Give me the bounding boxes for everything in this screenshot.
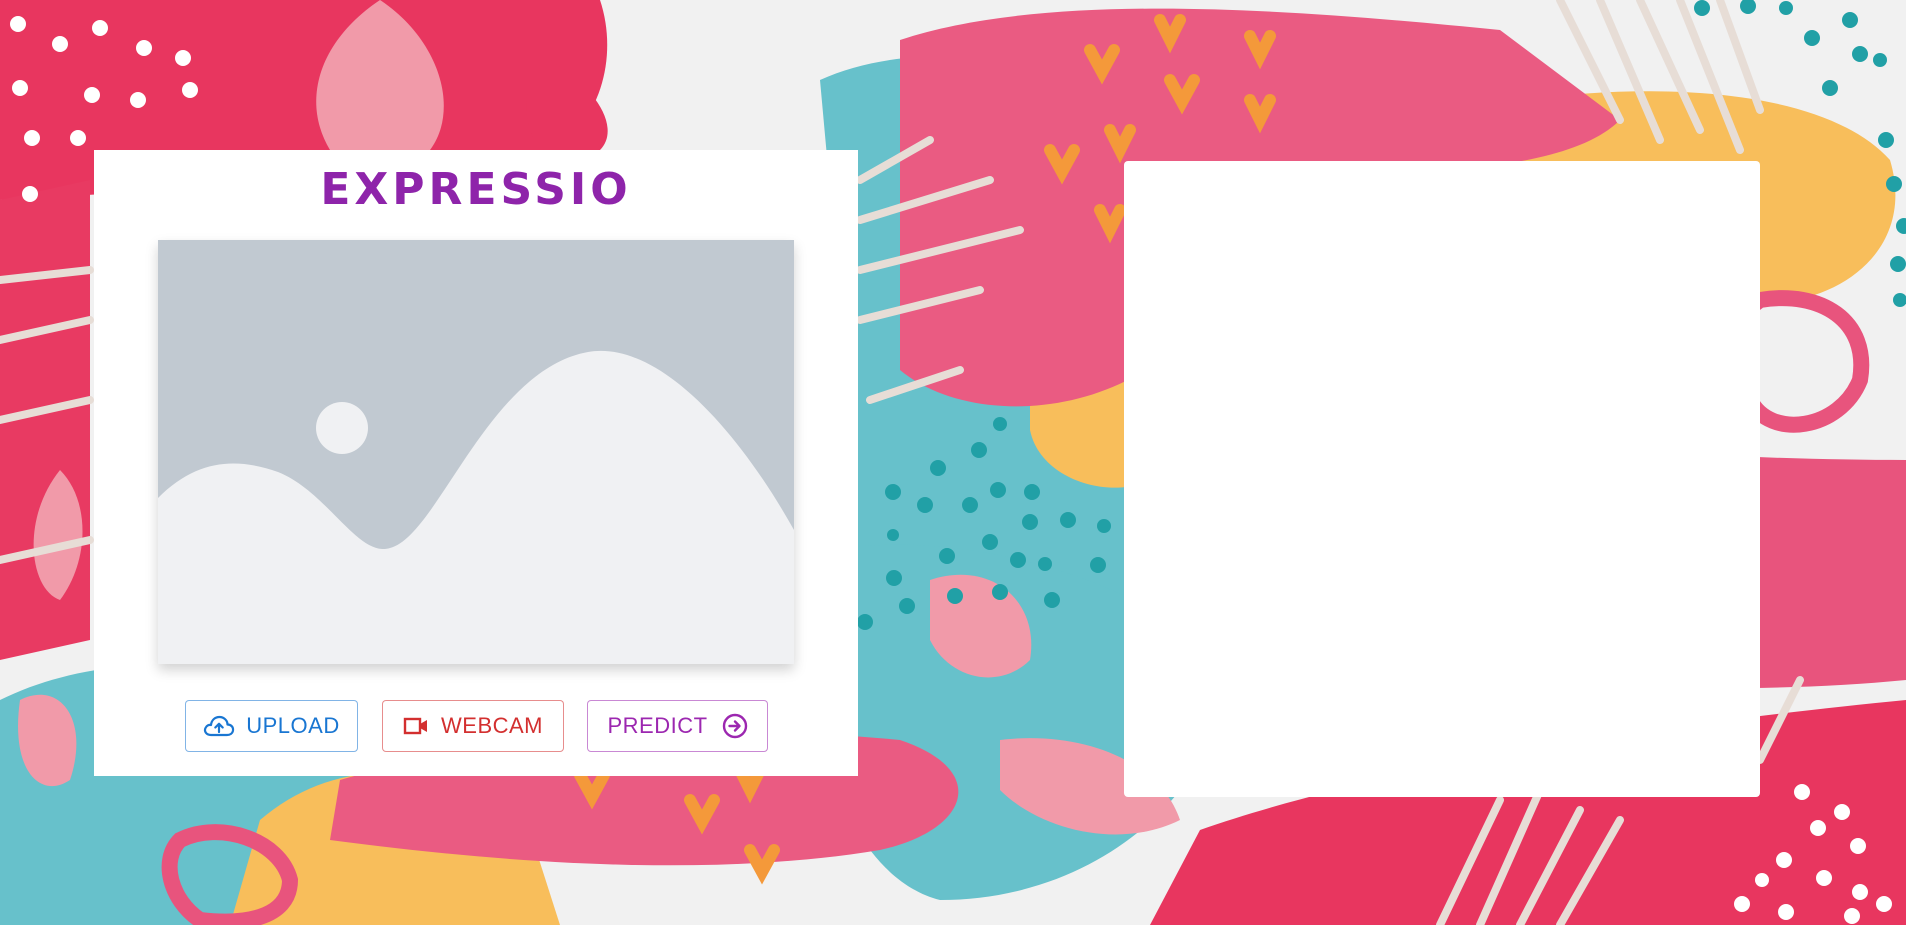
- arrow-right-circle-icon: [722, 713, 748, 739]
- predict-label: PREDICT: [607, 713, 708, 738]
- app-root: EXPRESSIO UPLOAD WEBCAM PREDICT: [0, 0, 1906, 925]
- image-placeholder-icon: [158, 240, 794, 664]
- app-title: EXPRESSIO: [320, 164, 632, 215]
- webcam-label: WEBCAM: [441, 713, 543, 738]
- upload-button[interactable]: UPLOAD: [185, 700, 358, 752]
- predict-button[interactable]: PREDICT: [587, 700, 768, 752]
- upload-label: UPLOAD: [246, 713, 340, 738]
- input-panel: EXPRESSIO UPLOAD WEBCAM PREDICT: [94, 150, 858, 776]
- video-camera-icon: [403, 716, 429, 736]
- action-buttons: UPLOAD WEBCAM PREDICT: [94, 700, 858, 754]
- image-preview: [158, 240, 794, 664]
- cloud-upload-icon: [203, 714, 235, 738]
- result-panel: [1124, 161, 1760, 797]
- webcam-button[interactable]: WEBCAM: [382, 700, 564, 752]
